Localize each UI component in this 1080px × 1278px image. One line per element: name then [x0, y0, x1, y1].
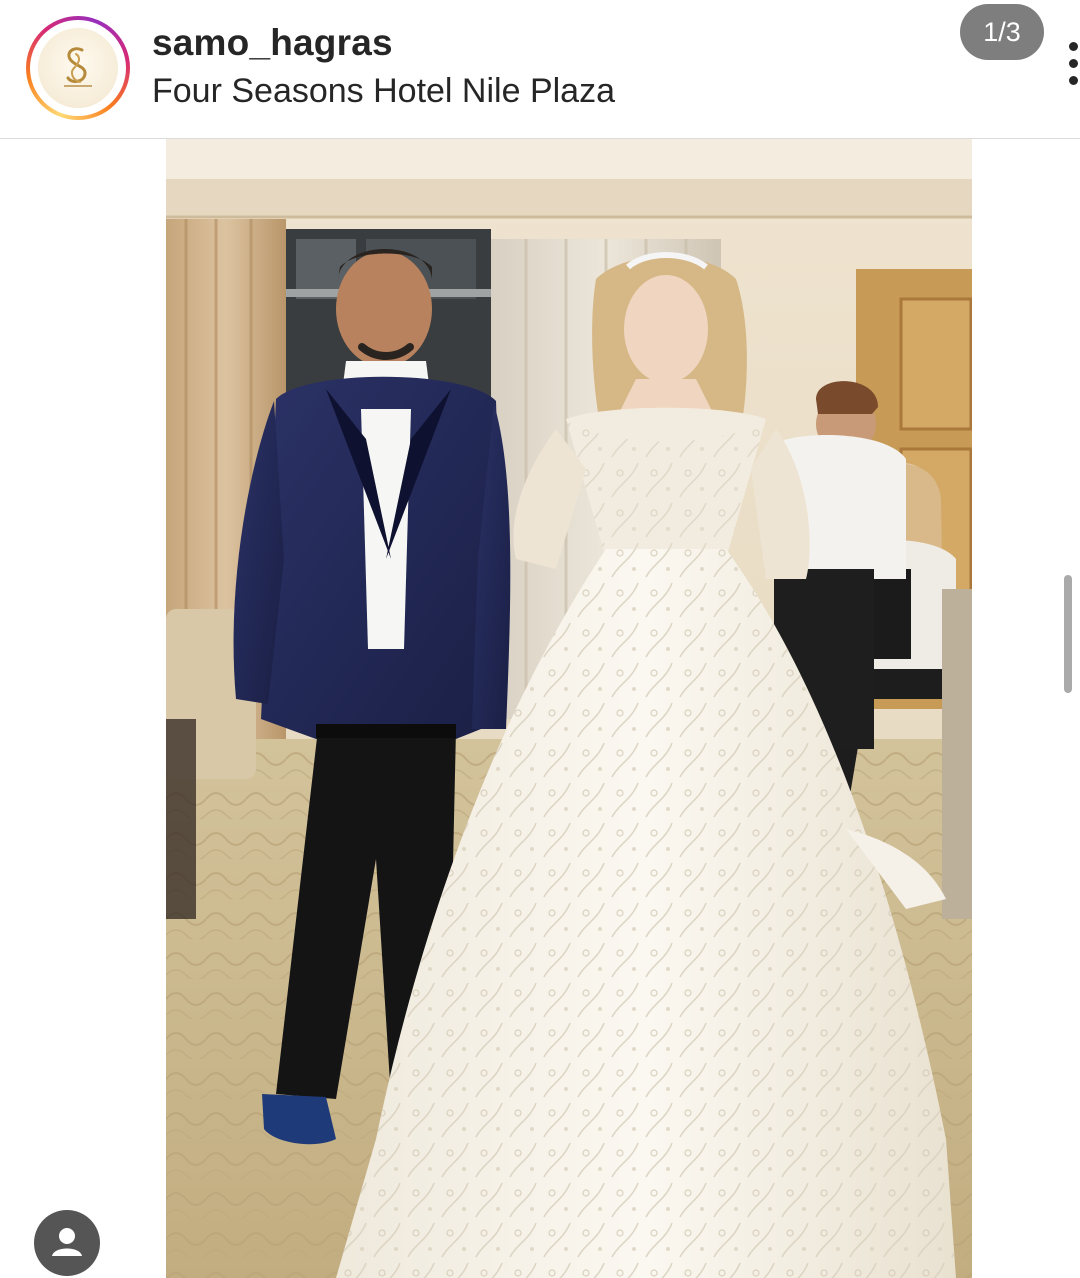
post-username[interactable]: samo_hagras: [152, 22, 393, 64]
instagram-post-screen: samo_hagras Four Seasons Hotel Nile Plaz…: [0, 0, 1080, 1278]
more-vertical-icon[interactable]: [1062, 42, 1080, 92]
post-header: samo_hagras Four Seasons Hotel Nile Plaz…: [0, 0, 1080, 139]
post-photo[interactable]: [166, 139, 972, 1278]
scrollbar-thumb[interactable]: [1064, 575, 1072, 693]
post-location[interactable]: Four Seasons Hotel Nile Plaza: [152, 72, 615, 111]
carousel-counter-badge: 1/3: [960, 4, 1044, 60]
post-photo-illustration: [166, 139, 972, 1278]
user-tag-icon[interactable]: [34, 1210, 100, 1276]
salon-logo-avatar-icon: [38, 28, 118, 108]
story-ring-avatar[interactable]: [26, 16, 130, 120]
